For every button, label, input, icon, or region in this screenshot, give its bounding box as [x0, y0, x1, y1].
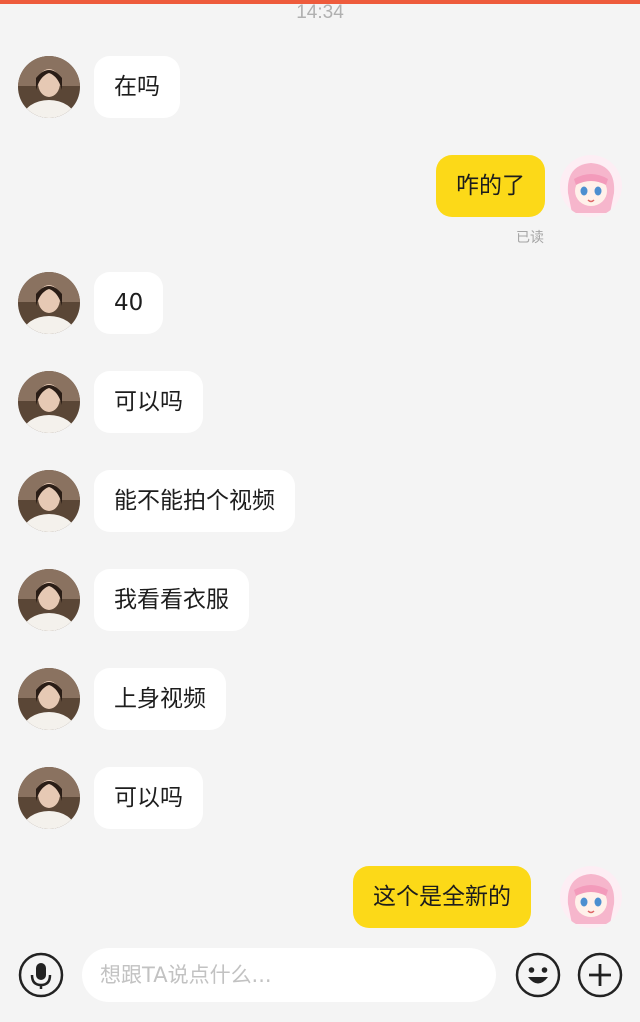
contact-avatar-image — [18, 56, 80, 118]
message-bubble-outgoing[interactable]: 咋的了 — [436, 155, 545, 217]
message-bubble-incoming[interactable]: 我看看衣服 — [94, 569, 249, 631]
contact-avatar[interactable] — [18, 569, 80, 631]
message-bubble-incoming[interactable]: 在吗 — [94, 56, 180, 118]
message-bubble-incoming[interactable]: 能不能拍个视频 — [94, 470, 295, 532]
message-bubble-incoming[interactable]: 可以吗 — [94, 371, 203, 433]
message-bubble-incoming[interactable]: 上身视频 — [94, 668, 226, 730]
message-input[interactable] — [82, 948, 496, 1002]
user-avatar[interactable] — [560, 866, 622, 928]
contact-avatar-image — [18, 371, 80, 433]
user-avatar-image — [560, 155, 622, 217]
contact-avatar[interactable] — [18, 56, 80, 118]
contact-avatar[interactable] — [18, 272, 80, 334]
contact-avatar[interactable] — [18, 668, 80, 730]
read-receipt: 已读 — [516, 230, 544, 246]
contact-avatar-image — [18, 470, 80, 532]
microphone-icon[interactable] — [18, 952, 64, 998]
message-bubble-incoming[interactable]: 40 — [94, 272, 164, 334]
user-avatar-image — [560, 866, 622, 928]
composer-bar — [0, 940, 640, 1022]
user-avatar[interactable] — [560, 155, 622, 217]
contact-avatar-image — [18, 569, 80, 631]
contact-avatar-image — [18, 668, 80, 730]
add-icon[interactable] — [577, 952, 623, 998]
emoji-icon[interactable] — [515, 952, 561, 998]
message-timestamp: 14:34 — [296, 2, 344, 23]
contact-avatar-image — [18, 272, 80, 334]
contact-avatar[interactable] — [18, 470, 80, 532]
contact-avatar-image — [18, 767, 80, 829]
contact-avatar[interactable] — [18, 371, 80, 433]
contact-avatar[interactable] — [18, 767, 80, 829]
chat-screen: 14:34 在吗 咋的了 已读 40 可以吗 能不能拍个视频 我看看衣服 上身视… — [0, 0, 640, 1022]
message-bubble-outgoing[interactable]: 这个是全新的 — [353, 866, 531, 928]
message-bubble-incoming[interactable]: 可以吗 — [94, 767, 203, 829]
